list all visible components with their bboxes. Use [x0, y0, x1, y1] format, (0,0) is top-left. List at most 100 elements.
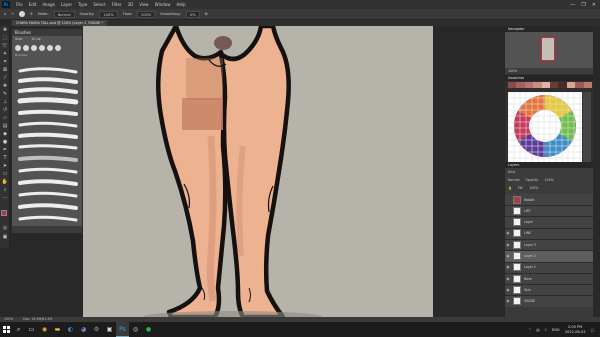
menu-window[interactable]: Window	[152, 2, 174, 7]
stamp-tool-icon[interactable]: ⊥	[0, 98, 10, 106]
volume-icon[interactable]: ♪	[545, 328, 547, 332]
menu-file[interactable]: File	[13, 2, 26, 7]
layer-row[interactable]: ◉ Layer 2	[505, 250, 593, 263]
swatch[interactable]	[541, 82, 551, 88]
quick-mask-icon[interactable]: ◎	[0, 224, 10, 232]
quick-select-tool-icon[interactable]: ✦	[0, 50, 10, 58]
swatch[interactable]	[516, 82, 525, 88]
app-icon[interactable]: ▣	[103, 322, 116, 337]
menu-type[interactable]: Type	[75, 2, 90, 7]
gradient-tool-icon[interactable]: ▤	[0, 122, 10, 130]
eye-icon[interactable]: ◉	[505, 243, 511, 247]
minimize-button[interactable]: —	[570, 2, 575, 8]
path-select-tool-icon[interactable]: ➤	[0, 162, 10, 170]
layer-row[interactable]: ◉ Skin	[505, 284, 593, 297]
layer-kind-filter[interactable]: Kind	[508, 168, 515, 176]
brush-folder[interactable]: Brushes	[12, 53, 82, 58]
network-icon[interactable]: ▤	[536, 328, 539, 332]
layer-row[interactable]: ◉ Base	[505, 273, 593, 286]
search-icon[interactable]: ⌕	[12, 322, 25, 337]
layer-row[interactable]: ◉ Layer 1	[505, 262, 593, 274]
layer-row[interactable]: ◉ SHADE	[505, 296, 593, 308]
home-icon[interactable]: ⌂	[4, 12, 6, 16]
layer-row[interactable]: ◉ LINE	[505, 228, 593, 240]
swatch[interactable]	[533, 82, 542, 88]
menu-select[interactable]: Select	[90, 2, 108, 7]
healing-tool-icon[interactable]: ✚	[0, 82, 10, 90]
chrome-icon[interactable]: ◉	[38, 322, 51, 337]
brush-tool-icon[interactable]: ✎	[11, 12, 14, 16]
brush-size-field[interactable]: 10 px	[31, 36, 41, 43]
flow-field[interactable]: 100%	[136, 10, 156, 18]
swatch[interactable]	[550, 82, 559, 88]
opacity-field[interactable]: 100%	[99, 10, 118, 18]
windows-start-button[interactable]	[0, 322, 12, 337]
swatch[interactable]	[524, 82, 534, 88]
blur-tool-icon[interactable]: ◆	[0, 130, 10, 138]
navigator-thumbnail[interactable]	[541, 37, 555, 61]
foreground-color-swatch[interactable]	[1, 210, 7, 216]
notifications-icon[interactable]: ▢	[591, 328, 594, 332]
hand-tool-icon[interactable]: ✋	[0, 178, 10, 186]
color-wheel-swatches[interactable]	[508, 92, 582, 162]
menu-help[interactable]: Help	[173, 2, 188, 7]
marquee-tool-icon[interactable]: ⬚	[0, 34, 10, 42]
steam-icon[interactable]: ⚙	[90, 322, 103, 337]
brush-preset-swatch[interactable]	[23, 45, 29, 51]
frame-tool-icon[interactable]: ⊠	[0, 66, 10, 74]
layer-row[interactable]: Layer	[505, 217, 593, 229]
clock[interactable]: 2:05 PM 2022-06-03	[565, 325, 586, 334]
file-explorer-icon[interactable]: ▬	[51, 322, 64, 337]
right-dock-scrollbar[interactable]	[593, 26, 600, 317]
smoothing-field[interactable]: 0%	[185, 10, 200, 18]
layer-row[interactable]: Rabbit	[505, 194, 593, 206]
blend-mode-select[interactable]: Normal	[508, 176, 520, 184]
swatches-scrollbar[interactable]	[583, 92, 591, 162]
eye-icon[interactable]: ◉	[505, 288, 511, 292]
brush-preset-swatch[interactable]	[39, 45, 45, 51]
brush-preset-swatch[interactable]	[15, 45, 21, 51]
layer-fill-field[interactable]: 100%	[529, 184, 538, 192]
move-tool-icon[interactable]: ✥	[0, 26, 10, 34]
screen-mode-icon[interactable]: ▣	[0, 233, 10, 241]
menu-image[interactable]: Image	[39, 2, 58, 7]
eye-icon[interactable]: ◉	[505, 265, 511, 269]
type-tool-icon[interactable]: T	[0, 154, 10, 162]
brush-preset-swatch[interactable]	[47, 45, 53, 51]
layer-opacity-field[interactable]: 100%	[545, 176, 554, 184]
swatch[interactable]	[575, 82, 584, 88]
dodge-tool-icon[interactable]: ●	[0, 138, 10, 146]
menu-layer[interactable]: Layer	[58, 2, 75, 7]
brush-tool-icon[interactable]: ✎	[0, 90, 10, 98]
eyedropper-tool-icon[interactable]: ⁄	[0, 74, 10, 82]
eraser-tool-icon[interactable]: ▱	[0, 114, 10, 122]
menu-view[interactable]: View	[136, 2, 152, 7]
mode-select[interactable]: Normal	[53, 10, 75, 18]
lasso-tool-icon[interactable]: ➰	[0, 42, 10, 50]
layer-row[interactable]: ◉ Layer 3	[505, 239, 593, 252]
pen-tool-icon[interactable]: ✒	[0, 146, 10, 154]
gear-icon[interactable]: ⚙	[205, 12, 208, 16]
lock-icons[interactable]: 🔒	[508, 184, 512, 192]
more-tools-icon[interactable]: ⋯	[0, 194, 10, 202]
menu-3d[interactable]: 3D	[125, 2, 137, 7]
crop-tool-icon[interactable]: ⌗	[0, 58, 10, 66]
menu-filter[interactable]: Filter	[109, 2, 125, 7]
language-indicator[interactable]: ENG	[552, 328, 560, 332]
menu-edit[interactable]: Edit	[26, 2, 40, 7]
swatch[interactable]	[566, 82, 576, 88]
photoshop-taskbar-icon[interactable]: Ps	[116, 322, 129, 337]
edge-icon[interactable]: ◐	[64, 322, 77, 337]
close-button[interactable]: ✕	[592, 2, 596, 8]
task-view-icon[interactable]: ▭	[25, 322, 38, 337]
document-canvas[interactable]	[83, 26, 433, 317]
brush-preset-swatch[interactable]	[55, 45, 61, 51]
brush-stroke-list[interactable]	[14, 67, 82, 227]
color-wheel-graphic[interactable]	[508, 92, 582, 162]
shape-tool-icon[interactable]: ▭	[0, 170, 10, 178]
swatch[interactable]	[583, 82, 593, 88]
brush-preset-swatch[interactable]	[31, 45, 37, 51]
layer-row[interactable]: LIFE	[505, 205, 593, 218]
eye-icon[interactable]: ◉	[505, 277, 511, 281]
tray-chevron-icon[interactable]: ⌃	[528, 328, 531, 332]
